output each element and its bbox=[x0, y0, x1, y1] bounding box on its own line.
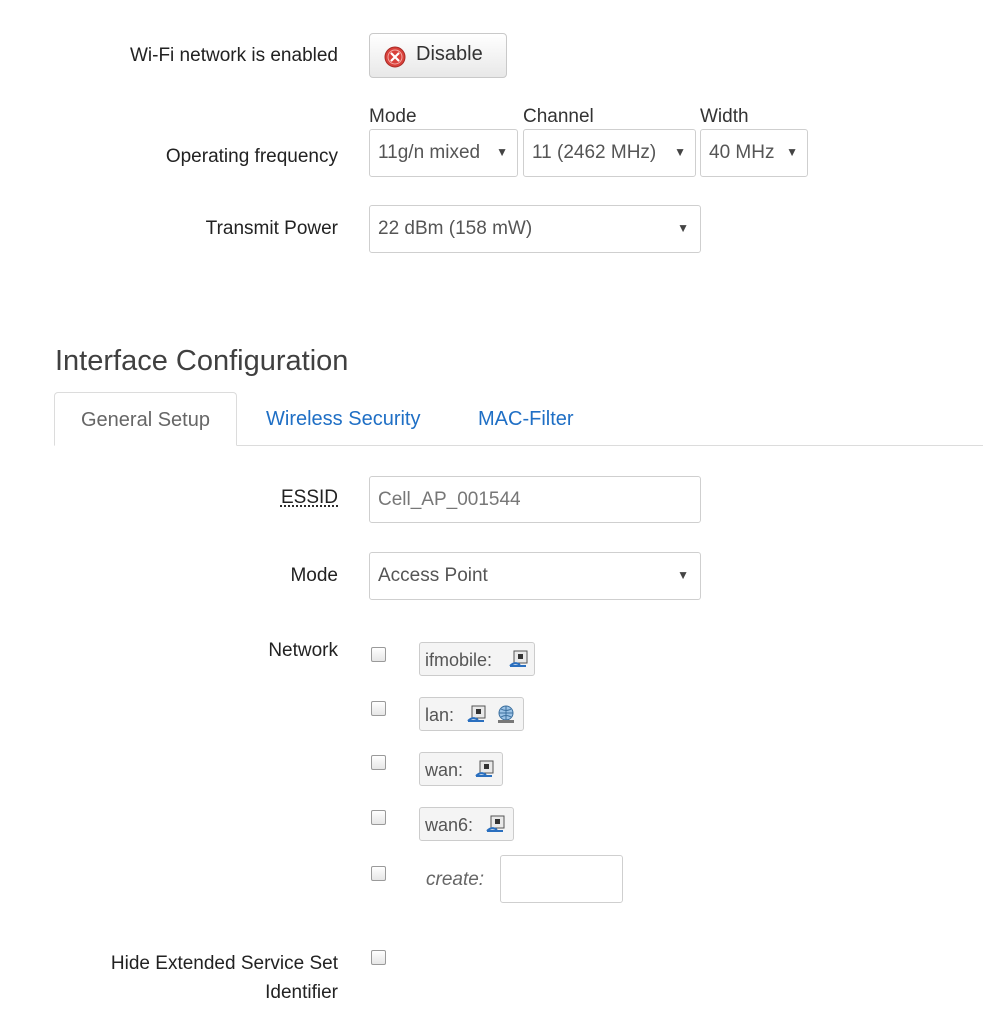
disable-icon bbox=[384, 46, 406, 74]
network-checkbox-create[interactable] bbox=[371, 866, 386, 881]
network-chip-wan: wan: bbox=[419, 752, 503, 786]
disable-button-label: Disable bbox=[416, 43, 483, 65]
tab-general-setup[interactable]: General Setup bbox=[54, 392, 237, 446]
width-select[interactable]: 40 MHz ▼ bbox=[700, 129, 808, 177]
hide-essid-label-line2: Identifier bbox=[265, 982, 338, 1003]
create-network-label: create: bbox=[426, 869, 485, 890]
tab-mac-filter[interactable]: MAC-Filter bbox=[478, 408, 574, 431]
network-checkbox-lan[interactable] bbox=[371, 701, 386, 716]
network-name: wan: bbox=[425, 760, 464, 780]
network-name: lan: bbox=[425, 705, 455, 725]
network-checkbox-ifmobile[interactable] bbox=[371, 647, 386, 662]
transmit-power-value: 22 dBm (158 mW) bbox=[378, 218, 533, 239]
essid-value: Cell_AP_001544 bbox=[378, 489, 521, 510]
transmit-power-select[interactable]: 22 dBm (158 mW) ▼ bbox=[369, 205, 701, 253]
disable-button[interactable]: Disable bbox=[369, 33, 507, 78]
mode-select[interactable]: 11g/n mixed ▼ bbox=[369, 129, 518, 177]
hide-essid-label: Hide Extended Service Set Identifier bbox=[40, 949, 338, 1007]
hide-essid-label-line1: Hide Extended Service Set bbox=[110, 953, 338, 974]
mode-select-value: 11g/n mixed bbox=[378, 142, 481, 163]
essid-input[interactable]: Cell_AP_001544 bbox=[369, 476, 701, 523]
network-checkbox-wan6[interactable] bbox=[371, 810, 386, 825]
mode-sublabel: Mode bbox=[369, 106, 417, 127]
chevron-down-icon: ▼ bbox=[496, 145, 508, 159]
ethernet-port-icon bbox=[467, 704, 487, 729]
wireless-mode-select[interactable]: Access Point ▼ bbox=[369, 552, 701, 600]
network-checkbox-wan[interactable] bbox=[371, 755, 386, 770]
network-chip-lan: lan: bbox=[419, 697, 524, 731]
operating-frequency-label: Operating frequency bbox=[165, 146, 338, 167]
mode-label: Mode bbox=[290, 565, 338, 586]
chevron-down-icon: ▼ bbox=[674, 145, 686, 159]
tab-label: General Setup bbox=[81, 409, 210, 431]
wifi-status-label: Wi-Fi network is enabled bbox=[129, 45, 338, 66]
chevron-down-icon: ▼ bbox=[677, 221, 689, 235]
ethernet-port-icon bbox=[486, 814, 506, 839]
transmit-power-label: Transmit Power bbox=[205, 218, 338, 239]
channel-select[interactable]: 11 (2462 MHz) ▼ bbox=[523, 129, 696, 177]
network-label: Network bbox=[268, 640, 338, 661]
network-chip-wan6: wan6: bbox=[419, 807, 514, 841]
hide-essid-checkbox[interactable] bbox=[371, 950, 386, 965]
chevron-down-icon: ▼ bbox=[677, 568, 689, 582]
wireless-globe-icon bbox=[495, 704, 517, 729]
channel-select-value: 11 (2462 MHz) bbox=[532, 142, 657, 163]
essid-label: ESSID bbox=[280, 487, 338, 508]
width-select-value: 40 MHz bbox=[709, 142, 775, 163]
section-title: Interface Configuration bbox=[55, 345, 349, 377]
network-name: ifmobile: bbox=[425, 650, 493, 670]
width-sublabel: Width bbox=[700, 106, 749, 127]
ethernet-port-icon bbox=[475, 759, 495, 784]
network-name: wan6: bbox=[425, 815, 474, 835]
create-network-input[interactable] bbox=[500, 855, 623, 903]
chevron-down-icon: ▼ bbox=[786, 145, 798, 159]
network-chip-ifmobile: ifmobile: bbox=[419, 642, 535, 676]
ethernet-port-icon bbox=[509, 649, 529, 674]
channel-sublabel: Channel bbox=[523, 106, 594, 127]
tab-wireless-security[interactable]: Wireless Security bbox=[266, 408, 420, 431]
wireless-mode-value: Access Point bbox=[378, 565, 488, 586]
